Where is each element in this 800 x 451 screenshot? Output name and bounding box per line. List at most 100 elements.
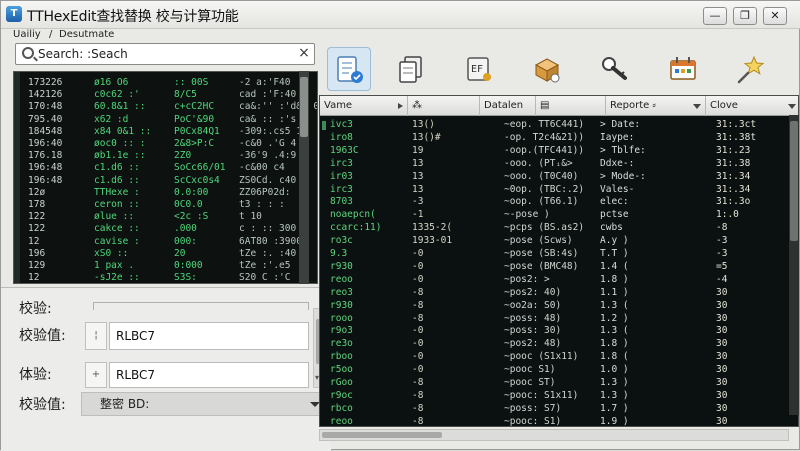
table-cell: 1.2 ) xyxy=(600,312,629,324)
hex-bytes: øb1.1e :: xyxy=(94,150,146,162)
table-cell: elec: xyxy=(600,196,629,208)
hex-scroll-thumb[interactable] xyxy=(300,77,308,137)
table-cell: 1.8 ( xyxy=(600,351,629,363)
table-cell: r930 xyxy=(330,299,353,311)
table-cell: ~eop. TT6C441) xyxy=(504,119,585,130)
search-input[interactable] xyxy=(38,46,288,62)
table-cell: reoo xyxy=(330,273,353,285)
hex-row[interactable]: 12 cavise : 000: 6AT80 :3900 xyxy=(14,235,306,248)
hex-row[interactable]: 176.18 øb1.1e :: 2Z0 -36'9 .4:9 xyxy=(14,149,306,162)
menu-item-documate[interactable]: Desutmate xyxy=(59,29,114,40)
title-bar[interactable]: T TTHexEdit查找替换 校与计算功能 — ❐ ✕ xyxy=(1,1,800,29)
hex-row[interactable]: 196:40 øoc0 :: : 2&8>P:C -c&0 .'G 4 xyxy=(14,137,306,150)
package-icon[interactable] xyxy=(525,47,569,91)
table-cell: pctse xyxy=(600,209,629,221)
table-cell: 30 xyxy=(716,402,728,414)
table-cell: -8 xyxy=(716,222,728,234)
hex-row[interactable]: 795.40 x62 :d PoC'&90 ca& :: :'s 1 xyxy=(14,113,308,126)
column-header-close[interactable]: Clove xyxy=(706,96,798,116)
hex-bytes: tZe :'.e5 xyxy=(239,260,291,271)
clear-search-button[interactable]: × xyxy=(296,45,312,61)
column-header-data[interactable]: ▤ xyxy=(536,96,606,116)
hex-row[interactable]: 173226 ø16 O6:: 00S -2 a:'F40 xyxy=(14,76,306,89)
table-cell: -8 xyxy=(412,389,424,401)
hex-row[interactable]: 196 xS0 :: 20 tZe :. :40 xyxy=(14,247,306,260)
search-box[interactable]: × xyxy=(15,43,315,65)
checklist-icon[interactable] xyxy=(327,47,371,91)
hex-row[interactable]: 122 ølue :: <2c :S t 10 xyxy=(14,210,306,223)
table-cell: -8 xyxy=(412,377,424,388)
hex-bytes: 1 pax . xyxy=(94,260,135,271)
hex-row[interactable]: 196:48 c1.d6 :: ScCxc0s4 ZS0Cd. c40 xyxy=(14,174,306,187)
column-header-label: Datalen xyxy=(484,100,524,111)
hex-row[interactable]: 129 1 pax . 0:000 tZe :'.e5 xyxy=(14,259,306,272)
table-scrollbar[interactable] xyxy=(789,115,799,415)
table-cell: -ooo. (PTᵢ&> xyxy=(504,157,573,169)
table-cell: ~oop. (T66.1) xyxy=(504,196,579,208)
horizontal-scroll-thumb[interactable] xyxy=(322,432,442,438)
table-header: Vame ⁂ Datalen ▤ Reporte ⸗ Clove xyxy=(320,96,798,116)
star-wand-icon[interactable] xyxy=(729,47,773,91)
calendar-board-icon[interactable] xyxy=(661,47,705,91)
table-cell: ~-pose ) xyxy=(504,209,550,221)
checksum-value-field[interactable]: RLBC7 xyxy=(109,322,309,350)
column-header-type[interactable]: ⁂ xyxy=(408,96,480,116)
table-cell: ~pooc S1) xyxy=(504,364,556,376)
table-scroll-thumb[interactable] xyxy=(790,121,798,241)
maximize-button[interactable]: ❐ xyxy=(733,7,757,25)
hex-row[interactable]: 122 cakce :: .000 c : :: 300 xyxy=(14,222,306,235)
verify-add-button[interactable]: + xyxy=(85,362,107,388)
checksum-spin-button[interactable]: ¦ xyxy=(85,322,107,350)
verify-field[interactable]: RLBC7 xyxy=(109,362,309,388)
hex-bytes: c : :: 300 xyxy=(239,223,297,235)
table-cell: 30 xyxy=(716,364,728,376)
copy-pages-icon[interactable] xyxy=(389,47,433,91)
column-header-datalen[interactable]: Datalen xyxy=(480,96,536,116)
table-cell: 31:.3ct xyxy=(716,119,757,130)
table-cell: 13()# xyxy=(412,131,441,143)
toolbar: EF xyxy=(319,45,800,95)
table-cell: 30 xyxy=(716,351,728,363)
minimize-button[interactable]: — xyxy=(703,7,727,25)
hex-row[interactable]: 12ø TTHexe : 0.0:00 ZZ06P02d: xyxy=(14,186,306,199)
table-cell: ~pos2: 48) xyxy=(504,338,562,350)
hex-bytes: c1.d6 :: xyxy=(94,174,140,186)
table-cell: ~pooc ST) xyxy=(504,377,556,388)
close-button[interactable]: ✕ xyxy=(763,7,787,25)
column-header-name[interactable]: Vame xyxy=(320,96,408,116)
menu-separator: / xyxy=(49,29,53,40)
hex-address: 142126 xyxy=(28,89,63,101)
hex-scrollbar[interactable] xyxy=(299,71,309,284)
checksum-type-select[interactable]: 整密 BD: xyxy=(81,392,327,416)
hex-row[interactable]: 12 -sJ2e :: S3S: S20 C :'C xyxy=(14,271,306,283)
hex-bytes: 0C0.0 xyxy=(174,199,203,210)
hex-code-icon[interactable]: EF xyxy=(457,47,501,91)
table-cell: =5 xyxy=(716,260,728,272)
table-cell: 1.3 ( xyxy=(600,325,629,337)
table-horizontal-scrollbar[interactable] xyxy=(319,429,789,441)
table-cell: -0 xyxy=(412,351,424,363)
hex-row[interactable]: 142126 c0c62 :' 8/C5 cad :'F:40 xyxy=(14,88,306,101)
table-cell: -0 xyxy=(412,325,424,337)
hex-row[interactable]: 196:48 c1.d6 :: SoCc66/01 -c&00 c4 xyxy=(14,161,306,174)
table-cell: rGoo xyxy=(330,377,353,388)
table-cell: -oop.(TFC441)) xyxy=(504,144,585,156)
table-cell: 1.1 ) xyxy=(600,286,629,298)
hex-row[interactable]: 178 ceron :: 0C0.0 t3 : : : xyxy=(14,198,306,211)
menu-item-utility[interactable]: Uailiy xyxy=(13,29,41,40)
table-row[interactable]: reoo -8 ~pooc: S1) 1.9 ) 30 xyxy=(320,415,790,426)
table-cell: ro3c xyxy=(330,235,353,247)
hex-view-panel[interactable]: 173226 ø16 O6:: 00S -2 a:'F40 142126 c0c62 :… xyxy=(13,71,318,284)
table-cell: r9o3 xyxy=(330,325,353,337)
data-table[interactable]: Vame ⁂ Datalen ▤ Reporte ⸗ Clove ivc3 13(… xyxy=(319,95,799,427)
table-cell: ~poss: 48) xyxy=(504,312,562,324)
column-header-label: Reporte ⸗ xyxy=(610,100,656,111)
table-cell: 1.0 ) xyxy=(600,364,629,376)
hex-bytes: cad :'F:40 xyxy=(239,89,297,101)
key-icon[interactable] xyxy=(593,47,637,91)
table-cell: 13() xyxy=(412,119,435,130)
table-cell: 13 xyxy=(412,170,424,182)
hex-row[interactable]: 184548 x84 0&1 :: P0Cx84Q1 -309:.cs5 1: xyxy=(14,125,308,138)
column-header-report[interactable]: Reporte ⸗ xyxy=(606,96,706,116)
hex-row[interactable]: 170:48 60.8&1 :: c+cC2HC ca&:'' :'d&: 0 xyxy=(14,100,317,113)
